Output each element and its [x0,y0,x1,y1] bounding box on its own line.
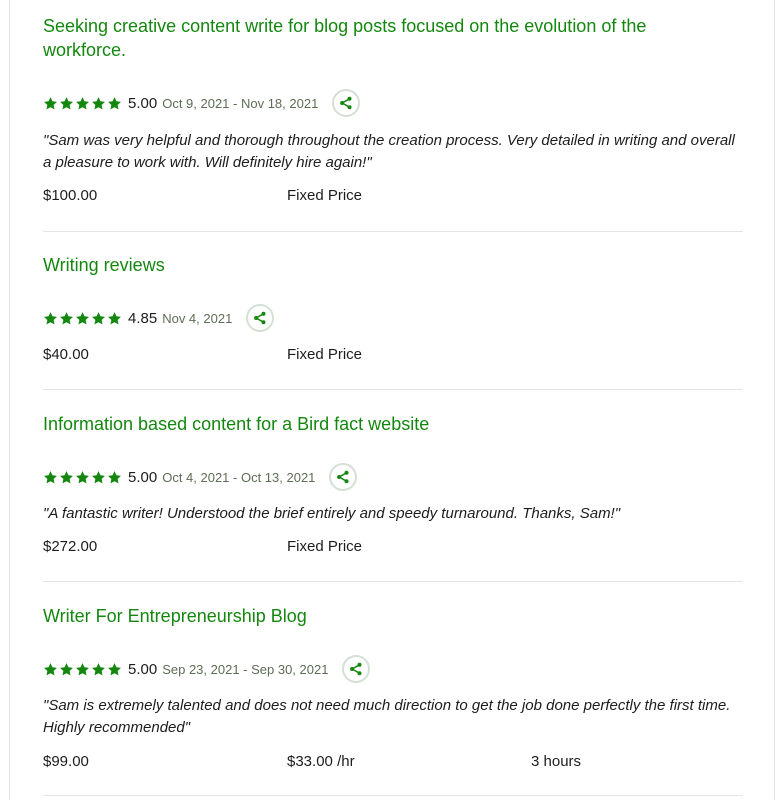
star-icon [59,311,74,326]
job-earnings: $272.00 [43,538,98,555]
client-feedback: "A fantastic writer! Understood the brie… [43,505,621,522]
job-earnings: $40.00 [43,346,89,363]
star-icon [91,96,106,111]
rating-row: 5.00 Oct 4, 2021 - Oct 13, 2021 [43,462,358,492]
divider [43,231,743,232]
job-title-link[interactable]: Writer For Entrepreneurship Blog [43,604,733,628]
share-button[interactable] [332,89,361,117]
share-icon [253,311,267,325]
rating-score: 5.00 [128,660,158,678]
star-rating [43,311,122,326]
job-dates: Oct 4, 2021 - Oct 13, 2021 [162,469,316,485]
rate-value: $33.00 [287,753,333,770]
share-button[interactable] [342,655,371,683]
star-icon [107,96,122,111]
star-icon [75,470,90,485]
price-type: Fixed Price [287,538,363,555]
rate-unit: /hr [337,753,355,770]
star-rating [43,662,122,677]
share-icon [349,662,363,676]
rating-row: 5.00 Oct 9, 2021 - Nov 18, 2021 [43,88,361,118]
hours-worked: 3 hours [531,753,582,770]
star-icon [75,662,90,677]
share-button[interactable] [246,304,275,332]
share-button[interactable] [329,463,358,491]
star-icon [43,96,58,111]
hourly-rate: $33.00 /hr [287,752,355,772]
rating-score: 5.00 [128,94,158,112]
divider [43,795,743,796]
rating-score: 4.85 [128,309,158,327]
rating-score: 5.00 [128,468,158,486]
star-icon [107,470,122,485]
divider [43,389,743,390]
star-icon [59,470,74,485]
star-rating [43,470,122,485]
job-earnings: $99.00 [43,753,89,770]
job-title-link[interactable]: Writing reviews [43,253,733,277]
star-icon [59,662,74,677]
client-feedback: "Sam is extremely talented and does not … [43,697,731,736]
star-icon [43,662,58,677]
price-type: Fixed Price [287,187,363,204]
star-icon [75,96,90,111]
job-dates: Nov 4, 2021 [162,310,233,326]
share-icon [339,96,353,110]
star-icon [75,311,90,326]
work-history-panel: Seeking creative content write for blog … [9,0,775,800]
star-icon [59,96,74,111]
job-earnings: $100.00 [43,187,98,204]
job-dates: Oct 9, 2021 - Nov 18, 2021 [162,95,319,111]
job-title-link[interactable]: Information based content for a Bird fac… [43,412,733,436]
star-rating [43,96,122,111]
job-dates: Sep 23, 2021 - Sep 30, 2021 [162,661,329,677]
star-icon [107,662,122,677]
job-title-link[interactable]: Seeking creative content write for blog … [43,14,733,62]
star-icon [91,311,106,326]
rating-row: 5.00 Sep 23, 2021 - Sep 30, 2021 [43,654,371,684]
star-icon [107,311,122,326]
star-icon [91,662,106,677]
price-type: Fixed Price [287,346,363,363]
star-icon [43,311,58,326]
share-icon [336,470,350,484]
rating-row: 4.85 Nov 4, 2021 [43,303,275,333]
divider [43,581,743,582]
star-icon [91,470,106,485]
client-feedback: "Sam was very helpful and thorough throu… [43,132,735,171]
star-icon [43,470,58,485]
